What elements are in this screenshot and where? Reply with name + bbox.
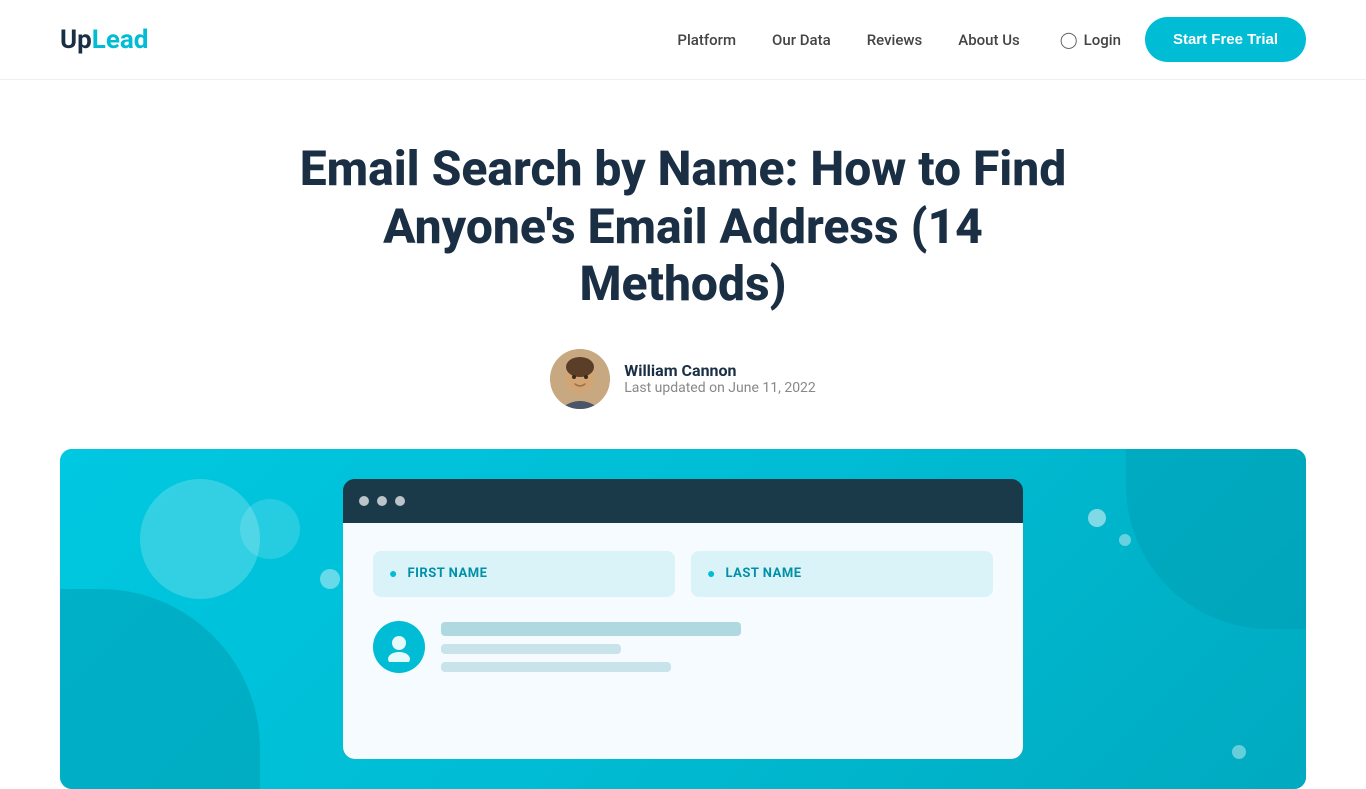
side-blob-right	[1126, 449, 1306, 629]
start-free-trial-button[interactable]: Start Free Trial	[1145, 17, 1306, 62]
author-avatar	[550, 349, 610, 409]
user-icon: ◯	[1060, 30, 1078, 49]
deco-circle-2	[240, 499, 300, 559]
nav-item-our-data[interactable]: Our Data	[772, 30, 831, 49]
article-title: Email Search by Name: How to Find Anyone…	[283, 140, 1083, 313]
browser-dot-2	[377, 496, 387, 506]
browser-dot-3	[395, 496, 405, 506]
result-line-1	[441, 622, 741, 636]
browser-mockup: ● FIRST NAME ● LAST NAME	[343, 479, 1023, 759]
nav-links: Platform Our Data Reviews About Us	[677, 30, 1019, 49]
last-name-field: ● LAST NAME	[691, 551, 993, 597]
nav-item-platform[interactable]: Platform	[677, 30, 736, 49]
featured-image-inner: ● FIRST NAME ● LAST NAME	[60, 449, 1306, 789]
deco-circle-3	[320, 569, 340, 589]
first-name-field: ● FIRST NAME	[373, 551, 675, 597]
last-name-label: LAST NAME	[725, 566, 801, 581]
result-lines	[441, 622, 741, 672]
nav-link-about-us[interactable]: About Us	[958, 31, 1020, 49]
side-blob-left	[60, 589, 260, 789]
nav-link-platform[interactable]: Platform	[677, 31, 736, 49]
deco-circle-6	[1232, 745, 1246, 759]
result-avatar	[373, 621, 425, 673]
result-line-3	[441, 662, 671, 672]
author-block: William Cannon Last updated on June 11, …	[20, 349, 1346, 409]
nav-item-about-us[interactable]: About Us	[958, 30, 1020, 49]
result-avatar-image	[384, 632, 414, 662]
author-date: Last updated on June 11, 2022	[624, 380, 816, 396]
hero-section: Email Search by Name: How to Find Anyone…	[0, 80, 1366, 449]
browser-dot-1	[359, 496, 369, 506]
first-name-icon: ●	[389, 565, 397, 582]
logo-up: Up	[60, 25, 92, 55]
nav-link-our-data[interactable]: Our Data	[772, 31, 831, 49]
logo[interactable]: UpLead	[60, 25, 148, 55]
featured-image: ● FIRST NAME ● LAST NAME	[60, 449, 1306, 789]
result-row	[373, 621, 993, 673]
browser-content: ● FIRST NAME ● LAST NAME	[343, 523, 1023, 759]
form-row: ● FIRST NAME ● LAST NAME	[373, 551, 993, 597]
login-label: Login	[1084, 31, 1121, 49]
author-name: William Cannon	[624, 361, 816, 380]
deco-circle-4	[1088, 509, 1106, 527]
navigation: UpLead Platform Our Data Reviews About U…	[0, 0, 1366, 80]
deco-circle-5	[1119, 534, 1131, 546]
author-info: William Cannon Last updated on June 11, …	[624, 361, 816, 396]
author-avatar-image	[550, 349, 610, 409]
browser-bar	[343, 479, 1023, 523]
nav-link-reviews[interactable]: Reviews	[867, 31, 923, 49]
last-name-icon: ●	[707, 565, 715, 582]
nav-item-reviews[interactable]: Reviews	[867, 30, 923, 49]
logo-lead: Lead	[92, 25, 149, 55]
first-name-label: FIRST NAME	[407, 566, 487, 581]
login-link[interactable]: ◯ Login	[1060, 30, 1121, 49]
result-line-2	[441, 644, 621, 654]
